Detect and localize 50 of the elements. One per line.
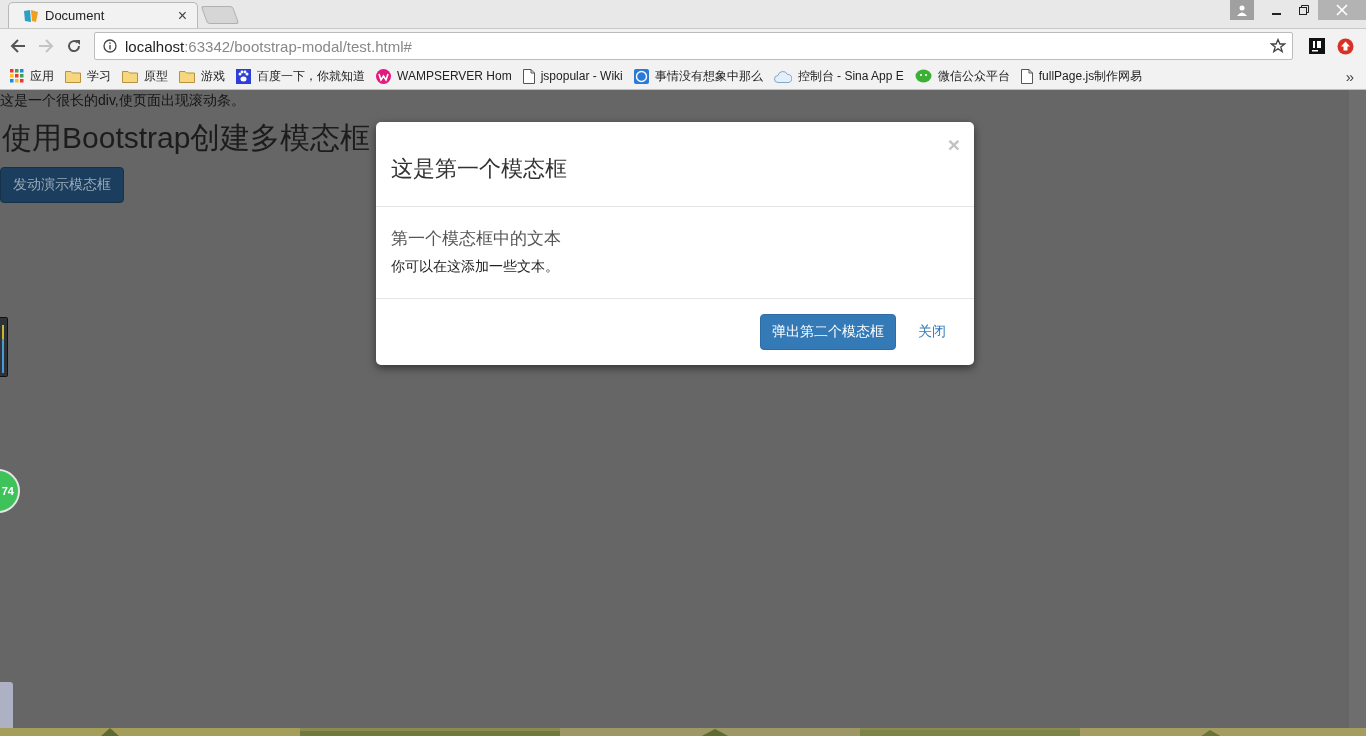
apps-grid-icon xyxy=(10,69,24,83)
back-icon[interactable] xyxy=(10,38,26,54)
page-scrollbar[interactable] xyxy=(1349,90,1366,728)
reload-icon[interactable] xyxy=(66,38,82,54)
tab-title: Document xyxy=(45,8,106,23)
bookmark[interactable]: 原型 xyxy=(122,67,168,85)
page-icon xyxy=(1020,68,1033,84)
page-icon xyxy=(522,68,535,84)
paw-icon xyxy=(236,68,251,84)
restore-icon xyxy=(1299,5,1309,15)
bookmark[interactable]: fullPage.js制作网易 xyxy=(1020,67,1143,85)
close-tab-button[interactable]: × xyxy=(177,6,187,25)
level-meter-icon xyxy=(0,317,8,377)
close-icon xyxy=(1336,4,1348,16)
url-text: localhost:63342/bootstrap-modal/test.html# xyxy=(125,37,412,55)
star-icon[interactable] xyxy=(1270,38,1286,54)
page-heading: 使用Bootstrap创建多模态框 xyxy=(2,120,371,156)
folder-icon xyxy=(122,69,138,83)
bookmark[interactable]: 事情没有想象中那么 xyxy=(633,67,763,85)
browser-tab[interactable]: Document × xyxy=(8,2,198,28)
bookmark[interactable]: 游戏 xyxy=(179,67,225,85)
modal-subtitle: 第一个模态框中的文本 xyxy=(391,227,562,250)
folder-icon xyxy=(179,69,195,83)
close-link[interactable]: 关闭 xyxy=(918,323,946,341)
bookmark[interactable]: 应用 xyxy=(10,67,54,85)
folder-icon xyxy=(65,69,81,83)
open-second-modal-button[interactable]: 弹出第二个模态框 xyxy=(760,314,896,350)
more-bookmarks-button[interactable]: » xyxy=(1345,67,1354,85)
bookmark[interactable]: 控制台 - Sina App E xyxy=(773,67,904,85)
modal-title: 这是第一个模态框 xyxy=(391,155,568,183)
upload-icon[interactable] xyxy=(1337,37,1354,55)
minimize-icon xyxy=(1271,12,1281,15)
bookmark[interactable]: 百度一下，你就知道 xyxy=(236,67,365,85)
extension-icon[interactable] xyxy=(1309,38,1325,54)
address-bar[interactable]: localhost:63342/bootstrap-modal/test.html# xyxy=(94,32,1293,60)
person-icon xyxy=(1236,4,1248,16)
app-logo-icon xyxy=(23,7,39,24)
bookmark[interactable]: 学习 xyxy=(65,67,111,85)
info-icon xyxy=(103,39,117,53)
cloud-icon xyxy=(773,69,792,83)
chat-bubble-icon xyxy=(914,68,932,84)
launch-modal-button[interactable]: 发动演示模态框 xyxy=(0,167,124,203)
round-logo-icon xyxy=(633,68,649,84)
w-logo-icon xyxy=(376,68,391,84)
profile-button[interactable] xyxy=(1230,0,1254,20)
intro-text: 这是一个很长的div,使页面出现滚动条。 xyxy=(0,91,246,110)
bookmark[interactable]: jspopular - Wiki xyxy=(522,68,623,84)
bookmark[interactable]: 微信公众平台 xyxy=(914,67,1010,85)
modal-text: 你可以在这添加一些文本。 xyxy=(391,258,560,276)
bookmark[interactable]: WAMPSERVER Hom xyxy=(376,68,512,84)
